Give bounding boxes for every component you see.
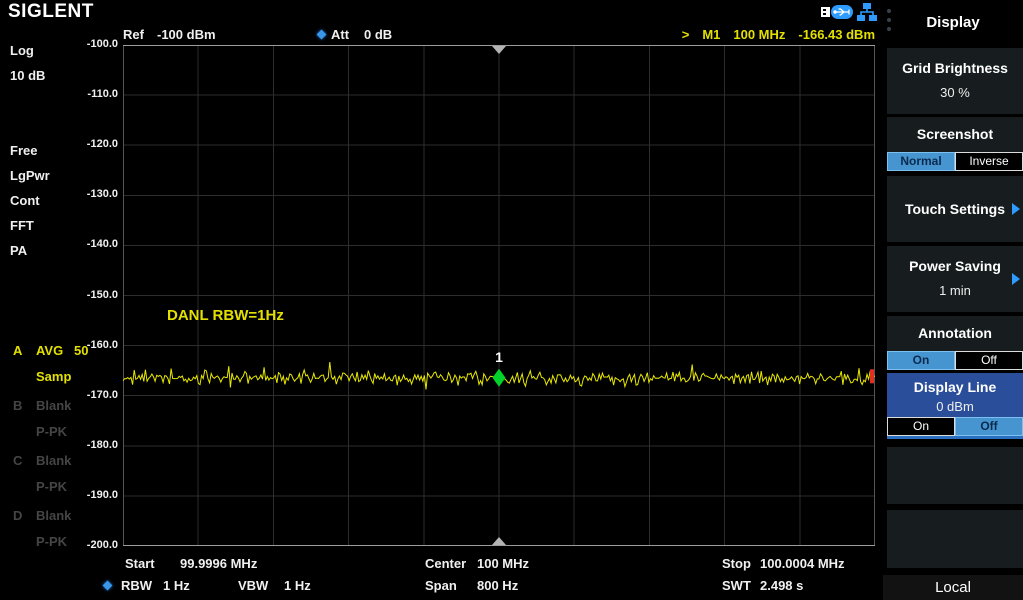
y-tick-label: -200.0 (62, 539, 118, 551)
y-tick-label: -190.0 (62, 489, 118, 501)
power-mode: LgPwr (10, 168, 50, 183)
sweep-mode: Cont (10, 193, 40, 208)
marker-label: 1 (492, 349, 506, 365)
center-freq-bottom-triangle-icon (492, 537, 506, 545)
menu-item-grid-brightness[interactable]: Grid Brightness 30 % (887, 48, 1023, 114)
trace-d-mode: Blank (36, 508, 71, 523)
pa-mode: PA (10, 243, 27, 258)
trigger-mode: Free (10, 143, 37, 158)
marker-1-diamond-icon[interactable] (493, 369, 506, 387)
y-tick-label: -130.0 (62, 188, 118, 200)
att-value: 0 dB (364, 27, 392, 42)
grid-brightness-value: 30 % (887, 85, 1023, 100)
usb-icon (820, 4, 854, 25)
touch-settings-label: Touch Settings (887, 201, 1023, 217)
att-coupled-icon (317, 30, 327, 40)
stop-value: 100.0004 MHz (760, 556, 845, 571)
y-tick-label: -160.0 (62, 339, 118, 351)
marker-amplitude: -166.43 dBm (798, 27, 875, 42)
start-value: 99.9996 MHz (180, 556, 257, 571)
menu-item-power-saving[interactable]: Power Saving 1 min (887, 246, 1023, 312)
menu-item-touch-settings[interactable]: Touch Settings (887, 176, 1023, 242)
screenshot-inverse-option[interactable]: Inverse (955, 152, 1023, 171)
center-label: Center (425, 556, 466, 571)
y-tick-label: -150.0 (62, 289, 118, 301)
screenshot-label: Screenshot (887, 126, 1023, 142)
swt-label: SWT (722, 578, 751, 593)
marker-prefix: > (682, 27, 690, 42)
y-tick-label: -140.0 (62, 238, 118, 250)
trace-b-id: B (13, 398, 22, 413)
display-line-off-option[interactable]: Off (955, 417, 1023, 436)
power-saving-label: Power Saving (887, 258, 1023, 274)
annotation-label: Annotation (887, 325, 1023, 341)
swt-value: 2.498 s (760, 578, 803, 593)
display-line-value: 0 dBm (887, 399, 1023, 414)
menu-item-empty-1 (887, 447, 1023, 504)
span-label: Span (425, 578, 457, 593)
y-tick-label: -180.0 (62, 439, 118, 451)
menu-item-annotation[interactable]: Annotation On Off (887, 316, 1023, 370)
ref-label: Ref (123, 27, 144, 42)
menu-grip-icon (887, 9, 891, 31)
annotation-off-option[interactable]: Off (955, 351, 1023, 370)
center-value: 100 MHz (477, 556, 529, 571)
marker-freq: 100 MHz (733, 27, 785, 42)
menu-item-screenshot[interactable]: Screenshot Normal Inverse (887, 117, 1023, 171)
plot-annotation: DANL RBW=1Hz (167, 307, 284, 324)
power-saving-value: 1 min (887, 283, 1023, 298)
grid-brightness-label: Grid Brightness (887, 60, 1023, 76)
trace-c-id: C (13, 453, 22, 468)
display-menu-panel: Display Grid Brightness 30 % Screenshot … (883, 0, 1023, 600)
y-tick-label: -100.0 (62, 38, 118, 50)
span-value: 800 Hz (477, 578, 518, 593)
menu-item-display-line[interactable]: Display Line 0 dBm On Off (887, 373, 1023, 439)
screenshot-normal-option[interactable]: Normal (887, 152, 955, 171)
rbw-coupled-icon (103, 581, 113, 591)
marker-readout: > M1 100 MHz -166.43 dBm (682, 27, 875, 42)
fft-mode: FFT (10, 218, 34, 233)
trace-a-detector: Samp (36, 369, 71, 384)
trace-a-mode: AVG (36, 343, 63, 358)
stop-label: Stop (722, 556, 751, 571)
vbw-value: 1 Hz (284, 578, 311, 593)
marker-id: M1 (702, 27, 720, 42)
menu-title: Display (883, 0, 1023, 44)
menu-item-empty-2 (887, 510, 1023, 568)
submenu-arrow-icon (1012, 203, 1020, 215)
siglent-logo: SIGLENT (8, 1, 94, 23)
spectrum-plot: DANL RBW=1Hz 1 (123, 45, 875, 546)
spectrum-analyzer-screen: SIGLENT Ref -100 dBm Att 0 dB > M1 100 M… (0, 0, 1023, 600)
rbw-label: RBW (121, 578, 152, 593)
att-label: Att (331, 27, 349, 42)
local-button[interactable]: Local (883, 575, 1023, 600)
y-tick-label: -120.0 (62, 138, 118, 150)
y-tick-label: -170.0 (62, 389, 118, 401)
ref-value: -100 dBm (157, 27, 216, 42)
trace-edge-mark (870, 369, 874, 383)
y-tick-label: -110.0 (62, 88, 118, 100)
trace-b-detector: P-PK (36, 424, 67, 439)
start-label: Start (125, 556, 155, 571)
amp-scale-type: Log (10, 43, 34, 58)
display-line-on-option[interactable]: On (887, 417, 955, 436)
display-line-label: Display Line (887, 379, 1023, 395)
amp-scale-div: 10 dB (10, 68, 45, 83)
rbw-value: 1 Hz (163, 578, 190, 593)
submenu-arrow-icon (1012, 273, 1020, 285)
center-freq-top-triangle-icon (492, 46, 506, 54)
lan-icon (857, 3, 877, 26)
annotation-on-option[interactable]: On (887, 351, 955, 370)
trace-d-id: D (13, 508, 22, 523)
vbw-label: VBW (238, 578, 268, 593)
trace-a-id: A (13, 343, 22, 358)
trace-c-mode: Blank (36, 453, 71, 468)
graticule (123, 45, 875, 546)
